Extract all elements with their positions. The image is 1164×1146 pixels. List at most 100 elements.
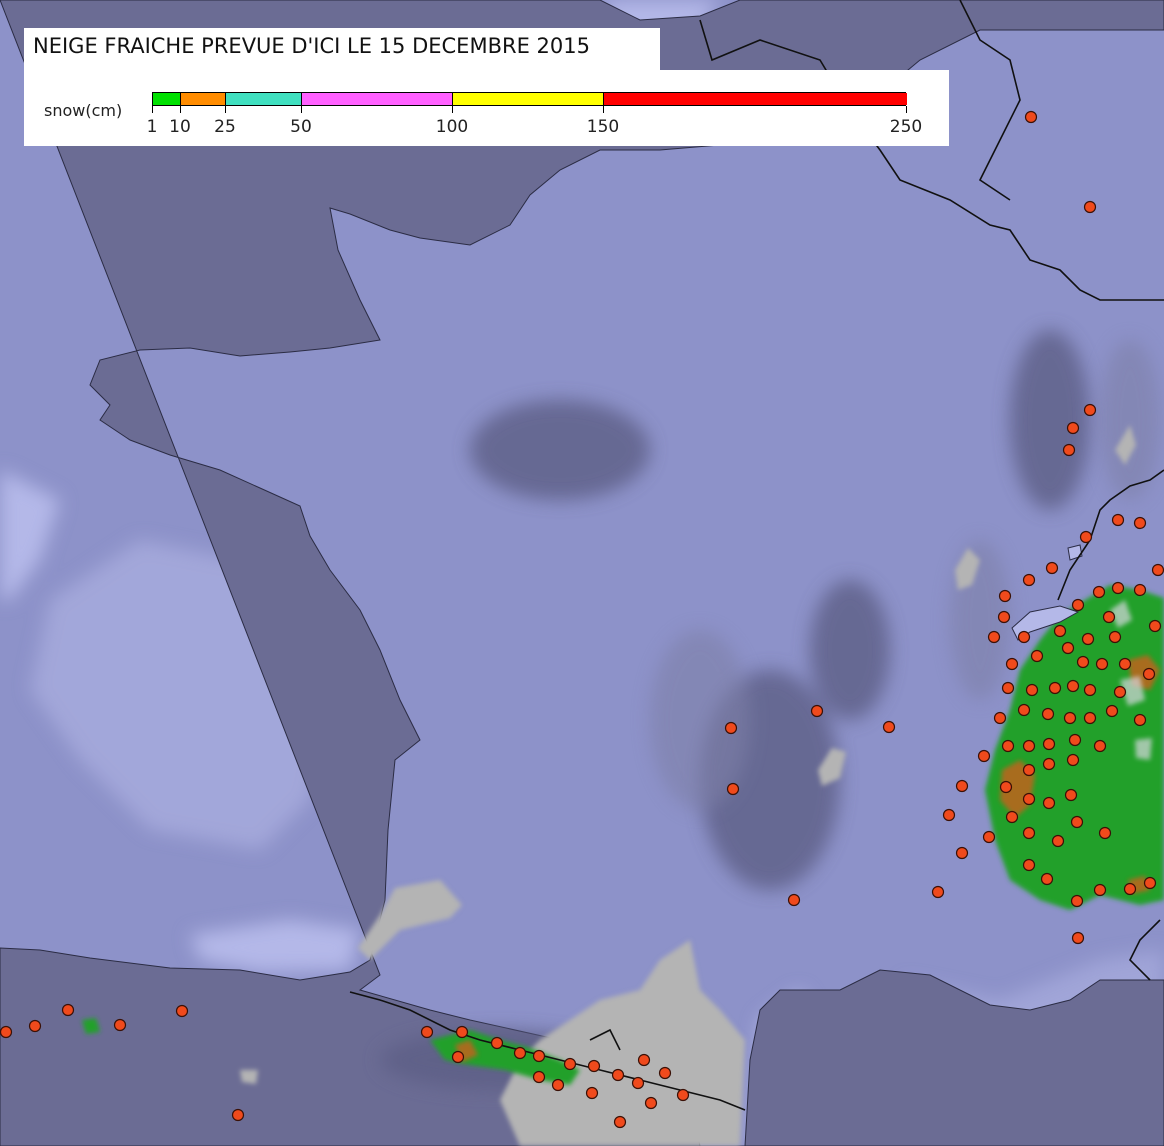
station-marker: [1017, 630, 1031, 644]
station-marker: [1083, 200, 1097, 214]
station-marker: [532, 1049, 546, 1063]
station-marker: [882, 720, 896, 734]
station-marker: [513, 1046, 527, 1060]
station-marker: [1083, 683, 1097, 697]
station-marker: [1041, 707, 1055, 721]
station-marker: [1143, 876, 1157, 890]
station-marker: [1022, 763, 1036, 777]
station-marker: [1083, 711, 1097, 725]
station-marker: [1076, 655, 1090, 669]
station-marker: [810, 704, 824, 718]
station-marker: [1092, 585, 1106, 599]
legend-tick: [152, 106, 153, 113]
legend-tick: [603, 106, 604, 113]
station-marker: [1022, 573, 1036, 587]
station-marker: [1079, 530, 1093, 544]
station-marker: [1061, 641, 1075, 655]
station-marker: [455, 1025, 469, 1039]
map-title: NEIGE FRAICHE PREVUE D'ICI LE 15 DECEMBR…: [24, 28, 660, 70]
station-marker: [1098, 826, 1112, 840]
station-marker: [563, 1057, 577, 1071]
station-marker: [977, 749, 991, 763]
station-marker: [726, 782, 740, 796]
station-marker: [1133, 583, 1147, 597]
station-marker: [1102, 610, 1116, 624]
station-marker: [1070, 894, 1084, 908]
station-marker: [0, 1025, 13, 1039]
station-marker: [113, 1018, 127, 1032]
station-marker: [1062, 443, 1076, 457]
station-marker: [1025, 683, 1039, 697]
station-marker: [1071, 598, 1085, 612]
station-marker: [658, 1066, 672, 1080]
station-marker: [61, 1003, 75, 1017]
station-marker: [1066, 421, 1080, 435]
station-marker: [1095, 657, 1109, 671]
station-marker: [28, 1019, 42, 1033]
snow-forecast-map: NEIGE FRAICHE PREVUE D'ICI LE 15 DECEMBR…: [0, 0, 1164, 1146]
station-marker: [1042, 796, 1056, 810]
legend-color-bar: [152, 92, 907, 106]
station-marker: [587, 1059, 601, 1073]
station-marker: [931, 885, 945, 899]
legend-tick-label: 50: [290, 117, 312, 137]
station-marker: [1048, 681, 1062, 695]
station-marker: [175, 1004, 189, 1018]
station-marker: [1053, 624, 1067, 638]
legend-tick: [906, 106, 907, 113]
station-marker: [998, 589, 1012, 603]
legend-tick-label: 250: [889, 117, 923, 137]
legend-tick-label: 10: [169, 117, 191, 137]
station-marker: [1151, 563, 1164, 577]
station-marker: [1066, 679, 1080, 693]
station-marker: [1045, 561, 1059, 575]
legend-tick: [452, 106, 453, 113]
station-marker: [987, 630, 1001, 644]
station-marker: [644, 1096, 658, 1110]
legend-tick: [180, 106, 181, 113]
station-marker: [993, 711, 1007, 725]
station-marker: [1001, 681, 1015, 695]
station-marker: [1024, 110, 1038, 124]
station-marker: [1022, 826, 1036, 840]
station-marker: [1118, 657, 1132, 671]
legend-tick: [301, 106, 302, 113]
station-marker: [585, 1086, 599, 1100]
station-marker: [1071, 931, 1085, 945]
station-marker: [1093, 883, 1107, 897]
station-marker: [1111, 513, 1125, 527]
station-marker: [1017, 703, 1031, 717]
station-marker: [1133, 713, 1147, 727]
station-marker: [420, 1025, 434, 1039]
station-marker: [1022, 858, 1036, 872]
station-marker: [1123, 882, 1137, 896]
station-marker: [532, 1070, 546, 1084]
station-marker: [955, 846, 969, 860]
station-marker: [1030, 649, 1044, 663]
station-marker: [1051, 834, 1065, 848]
station-marker: [1081, 632, 1095, 646]
legend-swatch-100-150: [453, 93, 604, 105]
station-marker: [1105, 704, 1119, 718]
station-marker: [1133, 516, 1147, 530]
station-marker: [490, 1036, 504, 1050]
station-marker: [724, 721, 738, 735]
legend-swatch-150-250: [604, 93, 907, 105]
station-marker: [1083, 403, 1097, 417]
station-marker: [1111, 581, 1125, 595]
station-marker: [997, 610, 1011, 624]
station-marker: [613, 1115, 627, 1129]
station-marker: [999, 780, 1013, 794]
legend-swatch-1-10: [153, 93, 181, 105]
station-marker: [955, 779, 969, 793]
snow-legend: snow(cm) 1 10 25 50 100 150 250: [24, 70, 949, 146]
legend-tick-label: 1: [146, 117, 158, 137]
station-marker: [1001, 739, 1015, 753]
station-marker: [1005, 657, 1019, 671]
station-marker: [231, 1108, 245, 1122]
legend-tick: [225, 106, 226, 113]
station-marker: [1068, 733, 1082, 747]
legend-tick-label: 25: [214, 117, 236, 137]
map-canvas: [0, 0, 1164, 1146]
legend-tick-label: 100: [435, 117, 469, 137]
